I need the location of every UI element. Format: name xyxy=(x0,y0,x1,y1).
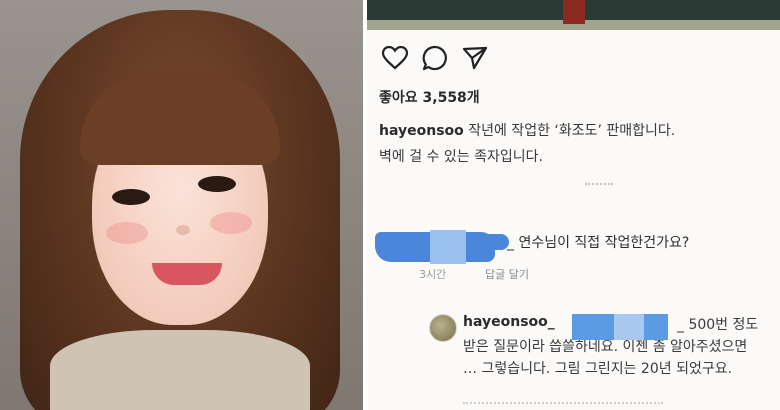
avatar[interactable] xyxy=(429,314,457,342)
post-image-bottom xyxy=(367,0,780,30)
cropped-edge xyxy=(463,402,663,410)
action-bar xyxy=(381,44,489,72)
caption-quote: ‘화조도’ xyxy=(554,123,602,139)
left-eye xyxy=(112,189,150,205)
heart-icon[interactable] xyxy=(381,44,409,72)
redaction-highlight xyxy=(430,230,466,264)
instagram-post: 좋아요 3,558개 hayeonsoo 작년에 작업한 ‘화조도’ 판매합니다… xyxy=(367,0,780,410)
redacted-mention xyxy=(572,314,668,340)
reply-button[interactable]: 답글 달기 xyxy=(485,266,529,282)
comment-icon[interactable] xyxy=(421,44,449,72)
caption-username[interactable]: hayeonsoo xyxy=(379,123,464,139)
comment-item: _ 연수님이 직접 작업한건가요? 3시간 답글 달기 xyxy=(367,226,780,286)
redacted-username xyxy=(375,230,509,264)
image-accent xyxy=(563,0,585,24)
send-icon[interactable] xyxy=(461,44,489,72)
likes-count[interactable]: 좋아요 3,558개 xyxy=(379,87,480,107)
right-eye xyxy=(198,176,236,192)
redaction-tail xyxy=(487,234,509,250)
portrait-photo xyxy=(0,0,363,410)
reply-comment-item: _ 500번 정도 받은 질문이라 씁쓸하네요. 이젠 좀 알아주셨으면 … 그… xyxy=(367,310,780,410)
redaction-highlight xyxy=(614,314,644,340)
comment-text: _ 연수님이 직접 작업한건가요? xyxy=(507,235,690,251)
lips xyxy=(152,263,222,285)
right-cheek xyxy=(210,212,252,234)
caption-line-2: 벽에 걸 수 있는 족자입니다. xyxy=(379,149,543,165)
caption-text-2: 판매합니다. xyxy=(606,123,676,139)
nose xyxy=(176,225,190,235)
left-cheek xyxy=(106,222,148,244)
caption-text-1: 작년에 작업한 xyxy=(468,123,550,139)
reply-username[interactable]: hayeonsoo_ xyxy=(463,314,555,330)
shoulder xyxy=(50,330,310,410)
comment-time: 3시간 xyxy=(419,268,447,281)
post-caption: hayeonsoo 작년에 작업한 ‘화조도’ 판매합니다. 벽에 걸 수 있는… xyxy=(379,118,769,170)
load-more-dots[interactable] xyxy=(585,183,613,187)
